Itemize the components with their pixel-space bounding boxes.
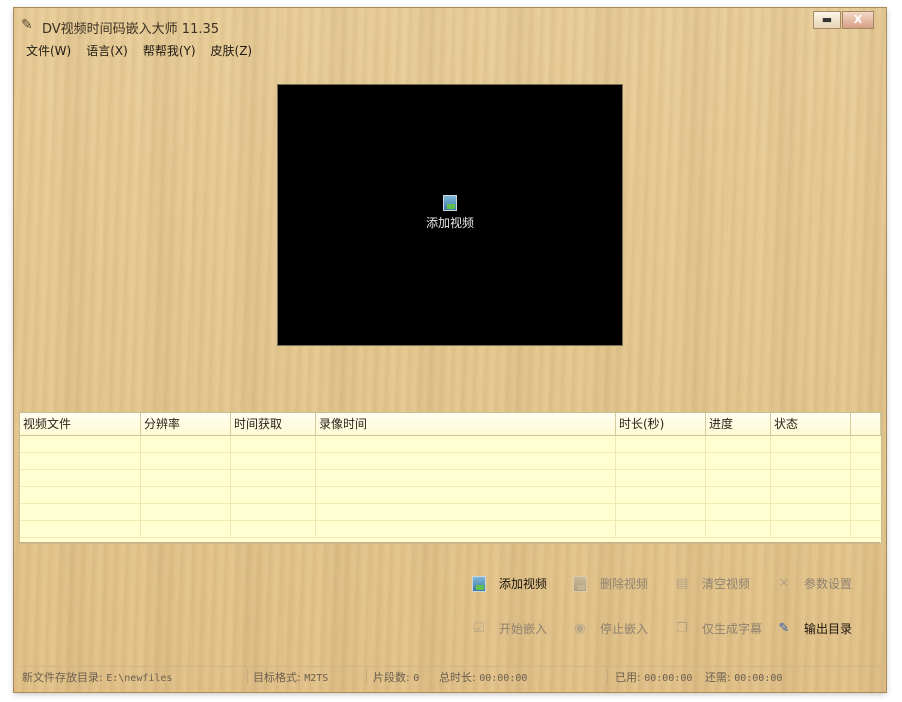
app-logo-icon: ✎ bbox=[21, 17, 33, 33]
status-used-value: 00:00:00 bbox=[644, 673, 693, 684]
add-video-icon bbox=[471, 575, 487, 592]
start-embed-label: 开始嵌入 bbox=[499, 622, 548, 636]
output-directory-label: 输出目录 bbox=[804, 622, 853, 636]
status-output-dir-label: 新文件存放目录: bbox=[22, 671, 103, 684]
app-window: ✎ DV视频时间码嵌入大师 11.35 ▬ X 文件(W) 语言(X) 帮帮我(… bbox=[14, 8, 886, 692]
menu-skin[interactable]: 皮肤(Z) bbox=[211, 42, 253, 60]
stop-icon: ◉ bbox=[574, 620, 586, 636]
column-header-duration[interactable]: 时长(秒) bbox=[616, 413, 706, 435]
column-header-file[interactable]: 视频文件 bbox=[20, 413, 141, 435]
stop-embed-button[interactable]: ◉ 停止嵌入 bbox=[572, 620, 648, 637]
table-row[interactable] bbox=[20, 470, 881, 487]
column-header-resolution[interactable]: 分辨率 bbox=[141, 413, 231, 435]
add-video-icon bbox=[443, 195, 457, 211]
status-divider bbox=[366, 669, 367, 683]
generate-subtitle-button[interactable]: ❐ 仅生成字幕 bbox=[674, 620, 762, 637]
column-header-time-source[interactable]: 时间获取 bbox=[231, 413, 316, 435]
clear-video-label: 清空视频 bbox=[702, 577, 751, 591]
delete-video-icon bbox=[572, 575, 588, 592]
action-panel: 添加视频 删除视频 ▤ 清空视频 ✕ 参数设置 ☑ 开始嵌入 ◉ 停止嵌入 ❐ … bbox=[19, 542, 880, 665]
start-embed-button[interactable]: ☑ 开始嵌入 bbox=[471, 620, 547, 637]
table-row[interactable] bbox=[20, 453, 881, 470]
settings-label: 参数设置 bbox=[804, 577, 853, 591]
close-button[interactable]: X bbox=[842, 11, 874, 29]
table-row[interactable] bbox=[20, 436, 881, 453]
generate-subtitle-label: 仅生成字幕 bbox=[702, 622, 763, 636]
status-bar: 新文件存放目录: E:\newfiles 目标格式: M2TS 片段数: 0 总… bbox=[19, 666, 880, 685]
window-controls: ▬ X bbox=[813, 11, 874, 29]
video-preview[interactable]: 添加视频 bbox=[277, 84, 623, 346]
add-video-label: 添加视频 bbox=[499, 577, 548, 591]
status-output-dir-value: E:\newfiles bbox=[106, 673, 173, 684]
status-elapsed: 已用: 00:00:00 bbox=[615, 669, 692, 685]
delete-video-label: 删除视频 bbox=[600, 577, 649, 591]
title-bar[interactable]: ✎ DV视频时间码嵌入大师 11.35 ▬ X bbox=[14, 8, 886, 42]
folder-pen-icon: ✎ bbox=[778, 620, 790, 636]
menu-file[interactable]: 文件(W) bbox=[26, 42, 71, 60]
delete-video-button[interactable]: 删除视频 bbox=[572, 575, 648, 592]
table-row[interactable] bbox=[20, 504, 881, 521]
table-header: 视频文件 分辨率 时间获取 录像时间 时长(秒) 进度 状态 bbox=[20, 413, 881, 436]
output-directory-button[interactable]: ✎ 输出目录 bbox=[776, 620, 852, 637]
status-segments-value: 0 bbox=[413, 673, 420, 684]
status-remaining-label: 还需: bbox=[705, 671, 731, 684]
window-title: DV视频时间码嵌入大师 11.35 bbox=[42, 22, 220, 37]
status-divider bbox=[607, 669, 608, 683]
table-row[interactable] bbox=[20, 487, 881, 504]
status-remaining-value: 00:00:00 bbox=[734, 673, 783, 684]
status-used-label: 已用: bbox=[615, 671, 641, 684]
video-file-table[interactable]: 视频文件 分辨率 时间获取 录像时间 时长(秒) 进度 状态 bbox=[19, 412, 882, 544]
status-total-duration: 总时长: 00:00:00 bbox=[439, 669, 527, 685]
wrench-icon: ✕ bbox=[778, 575, 790, 591]
status-target-format: 目标格式: M2TS bbox=[253, 669, 328, 685]
column-header-record-time[interactable]: 录像时间 bbox=[316, 413, 616, 435]
preview-add-video-label: 添加视频 bbox=[425, 216, 474, 230]
status-remaining: 还需: 00:00:00 bbox=[705, 669, 782, 685]
status-output-dir: 新文件存放目录: E:\newfiles bbox=[22, 669, 172, 685]
table-row[interactable] bbox=[20, 521, 881, 538]
preview-add-video-button[interactable]: 添加视频 bbox=[278, 195, 622, 231]
status-total-value: 00:00:00 bbox=[479, 673, 528, 684]
add-video-button[interactable]: 添加视频 bbox=[471, 575, 547, 592]
stop-embed-label: 停止嵌入 bbox=[600, 622, 649, 636]
status-segments: 片段数: 0 bbox=[373, 669, 419, 685]
column-header-extra[interactable] bbox=[851, 413, 881, 435]
start-embed-icon: ☑ bbox=[473, 620, 485, 636]
column-header-status[interactable]: 状态 bbox=[771, 413, 851, 435]
menu-language[interactable]: 语言(X) bbox=[86, 42, 128, 60]
status-segments-label: 片段数: bbox=[373, 671, 410, 684]
subtitle-icon: ❐ bbox=[676, 620, 688, 636]
column-header-progress[interactable]: 进度 bbox=[706, 413, 771, 435]
minimize-button[interactable]: ▬ bbox=[813, 11, 841, 29]
table-body bbox=[20, 436, 881, 538]
status-format-label: 目标格式: bbox=[253, 671, 301, 684]
menu-bar: 文件(W) 语言(X) 帮帮我(Y) 皮肤(Z) bbox=[26, 42, 267, 60]
menu-help[interactable]: 帮帮我(Y) bbox=[143, 42, 196, 60]
settings-button[interactable]: ✕ 参数设置 bbox=[776, 575, 852, 592]
clear-video-icon: ▤ bbox=[675, 575, 689, 591]
status-divider bbox=[247, 669, 248, 683]
clear-video-button[interactable]: ▤ 清空视频 bbox=[674, 575, 750, 592]
status-total-label: 总时长: bbox=[439, 671, 476, 684]
status-format-value: M2TS bbox=[304, 673, 329, 684]
